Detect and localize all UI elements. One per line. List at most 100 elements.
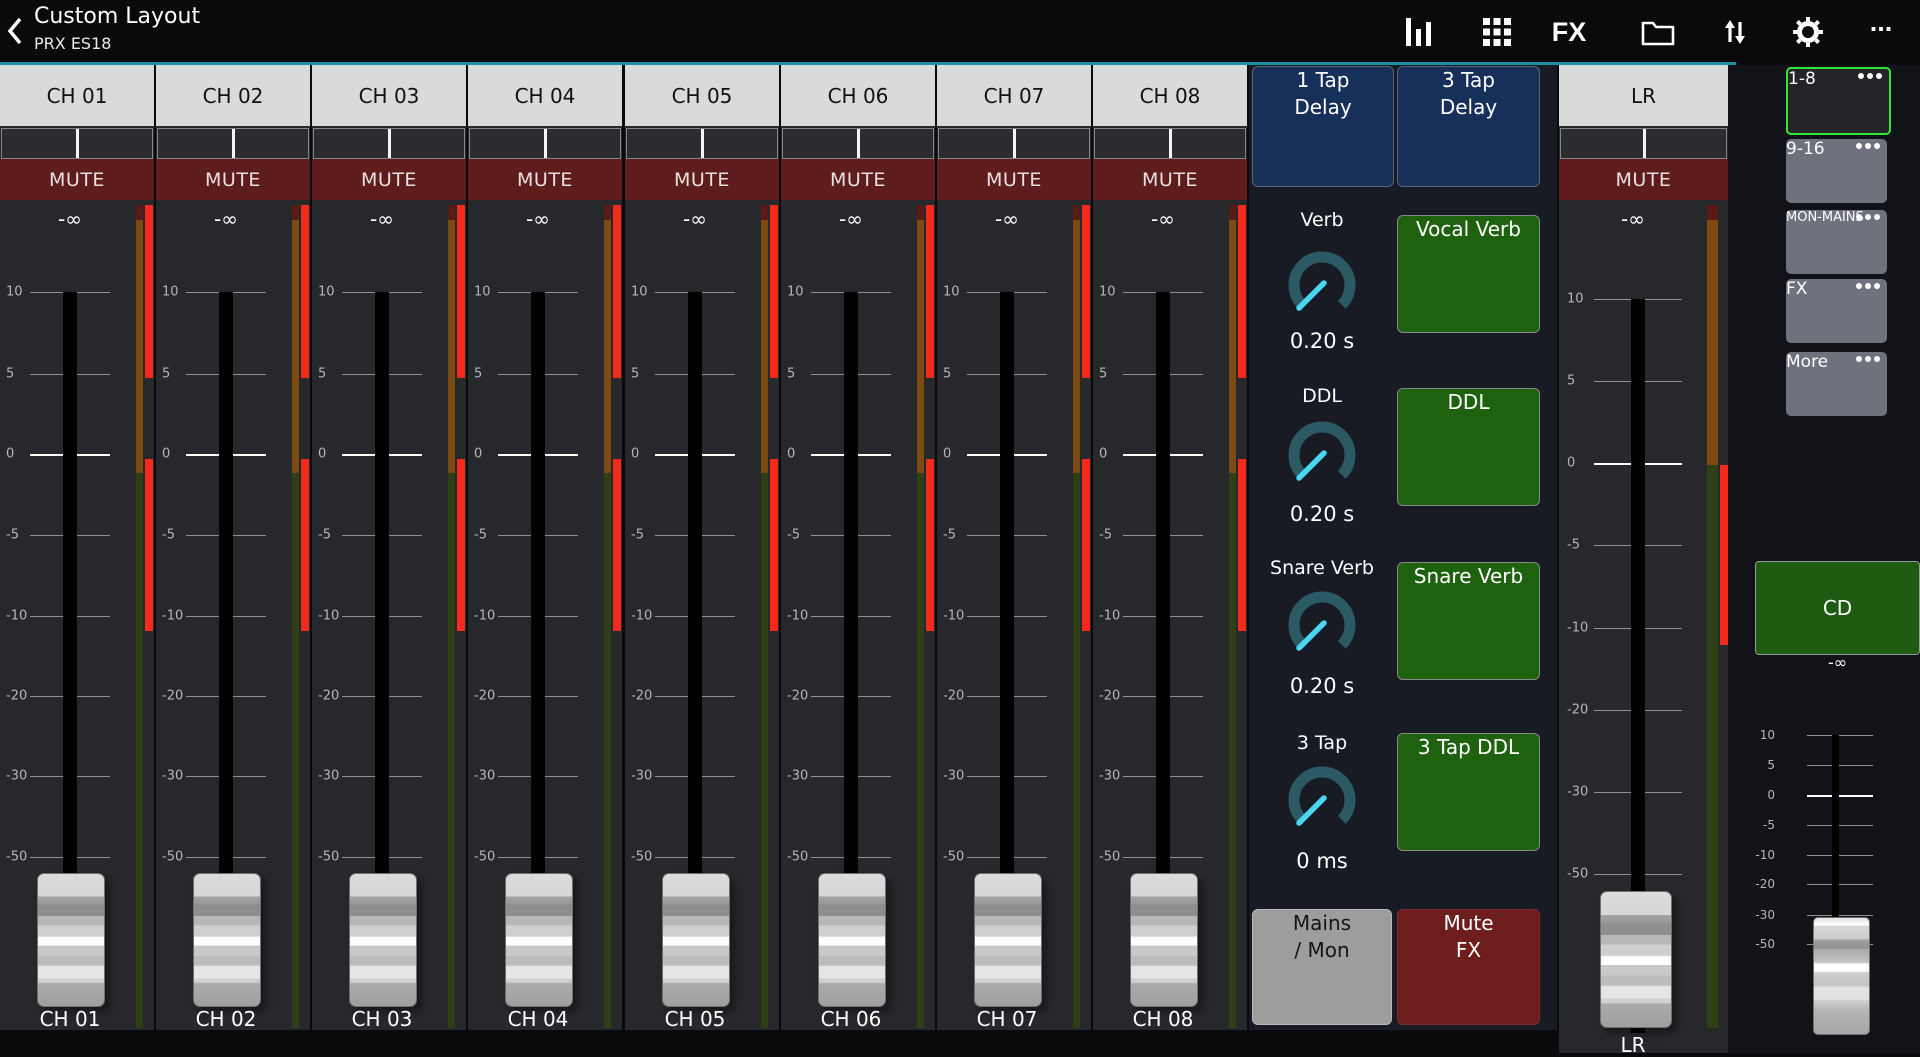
channel-strip-3-mute-button[interactable]: MUTE — [312, 159, 466, 200]
scale-label: 0 — [943, 447, 951, 462]
channel-strip-1: CH 01MUTE-∞1050-5-10-20-30-50CH 01 — [0, 65, 154, 1030]
3-tap-ddl-button[interactable]: 3 Tap DDL — [1397, 733, 1540, 851]
channel-strip-8-fader-handle[interactable] — [1130, 873, 1198, 1007]
cd-scale-tick — [1807, 855, 1873, 856]
level-meter-signal — [770, 459, 778, 631]
channel-strip-5-level-value: -∞ — [625, 207, 765, 231]
ddl-knob[interactable] — [1282, 415, 1362, 495]
bank-label: 1-8 — [1788, 69, 1889, 89]
bank-button-fx[interactable]: FX — [1786, 279, 1887, 343]
cd-scale-tick — [1807, 884, 1873, 885]
page-title: Custom Layout — [34, 4, 200, 29]
scale-label: -10 — [787, 609, 808, 624]
channel-strip-6: CH 06MUTE-∞1050-5-10-20-30-50CH 06 — [781, 65, 935, 1030]
3-tap-delay-button[interactable]: 3 Tap Delay — [1397, 66, 1540, 187]
level-meter-signal — [613, 205, 621, 378]
settings-button[interactable] — [1788, 14, 1828, 50]
channel-strip-3-level-value: -∞ — [312, 207, 452, 231]
channel-strip-1-mute-button[interactable]: MUTE — [0, 159, 154, 200]
vocal-verb-button[interactable]: Vocal Verb — [1397, 215, 1540, 333]
scale-label: -10 — [943, 609, 964, 624]
pan-center-tick — [701, 129, 704, 158]
level-meter-signal — [926, 205, 934, 378]
3-tap-knob-value: 0 ms — [1249, 849, 1395, 873]
back-button[interactable] — [4, 14, 32, 50]
pan-center-tick — [1169, 129, 1172, 158]
meters-view-button[interactable] — [1398, 14, 1438, 50]
cd-button[interactable]: CD — [1755, 561, 1920, 655]
mains-mon-button[interactable]: Mains / Mon — [1252, 909, 1392, 1025]
channel-strip-1-pan[interactable] — [1, 128, 153, 159]
grid-view-button[interactable] — [1477, 14, 1517, 50]
channel-strip-2-pan[interactable] — [157, 128, 309, 159]
channel-strip-8-mute-button[interactable]: MUTE — [1093, 159, 1247, 200]
scale-label: -30 — [6, 769, 27, 784]
channel-strip-4-header: CH 04 — [468, 65, 622, 126]
bank-button-mon-mains[interactable]: MON-MAINS — [1786, 210, 1887, 274]
sort-button[interactable] — [1715, 14, 1755, 50]
channel-strip-2-label: CH 02 — [156, 1007, 296, 1031]
ddl-button[interactable]: DDL — [1397, 388, 1540, 506]
folder-button[interactable] — [1638, 14, 1678, 50]
bank-button-more[interactable]: More — [1786, 352, 1887, 416]
channel-strip-8-label: CH 08 — [1093, 1007, 1233, 1031]
channel-strip-6-pan[interactable] — [782, 128, 934, 159]
channel-strip-4-pan[interactable] — [469, 128, 621, 159]
fx-panel: 1 Tap Delay3 Tap DelayVerb0.20 sVocal Ve… — [1249, 65, 1557, 1030]
channel-strip-5-mute-button[interactable]: MUTE — [625, 159, 779, 200]
3-tap-knob[interactable] — [1282, 760, 1362, 840]
bank-button-1-8[interactable]: 1-8 — [1786, 67, 1891, 135]
channel-strip-4-fader-handle[interactable] — [505, 873, 573, 1007]
meter-zone — [292, 205, 299, 220]
cd-scale-tick — [1807, 735, 1873, 736]
channel-strip-5-pan[interactable] — [626, 128, 778, 159]
master-strip-fader-handle[interactable] — [1600, 891, 1672, 1028]
channel-strip-2: CH 02MUTE-∞1050-5-10-20-30-50CH 02 — [156, 65, 310, 1030]
scale-label: -50 — [6, 850, 27, 865]
master-strip-mute-button[interactable]: MUTE — [1559, 159, 1728, 200]
channel-strip-3-pan[interactable] — [313, 128, 465, 159]
master-strip-pan[interactable] — [1560, 128, 1727, 159]
channel-strip-7-fader-handle[interactable] — [974, 873, 1042, 1007]
scale-label: -20 — [787, 689, 808, 704]
scale-label: 10 — [943, 285, 960, 300]
pan-center-tick — [232, 129, 235, 158]
channel-strip-7: CH 07MUTE-∞1050-5-10-20-30-50CH 07 — [937, 65, 1091, 1030]
scale-label: -50 — [474, 850, 495, 865]
1-tap-delay-button[interactable]: 1 Tap Delay — [1252, 66, 1394, 187]
channel-strip-6-mute-button[interactable]: MUTE — [781, 159, 935, 200]
snare-verb-knob[interactable] — [1282, 585, 1362, 665]
channel-strip-1-fader-handle[interactable] — [37, 873, 105, 1007]
scale-label: -20 — [1567, 703, 1588, 718]
scale-label: -5 — [162, 528, 175, 543]
cd-fader-handle[interactable] — [1813, 917, 1870, 1035]
channel-strip-2-fader-handle[interactable] — [193, 873, 261, 1007]
master-strip-label: LR — [1559, 1033, 1707, 1057]
channel-strip-5-fader-handle[interactable] — [662, 873, 730, 1007]
scale-label: 10 — [1099, 285, 1116, 300]
mute-fx-button[interactable]: Mute FX — [1397, 909, 1540, 1025]
more-options-button[interactable]: ... — [1861, 4, 1901, 40]
channel-strip-6-fader-handle[interactable] — [818, 873, 886, 1007]
bank-button-9-16[interactable]: 9-16 — [1786, 139, 1887, 203]
verb-knob[interactable] — [1282, 245, 1362, 325]
snare-verb-button[interactable]: Snare Verb — [1397, 562, 1540, 680]
channel-strip-7-pan[interactable] — [938, 128, 1090, 159]
pan-center-tick — [388, 129, 391, 158]
scale-label: 10 — [631, 285, 648, 300]
fx-view-button[interactable]: FX — [1549, 14, 1589, 50]
meter-zone — [1073, 473, 1080, 1028]
channel-strip-2-mute-button[interactable]: MUTE — [156, 159, 310, 200]
bank-options-dots-icon — [1858, 73, 1882, 79]
channel-strip-3-fader-handle[interactable] — [349, 873, 417, 1007]
scale-label: -50 — [943, 850, 964, 865]
scale-label: -5 — [1567, 538, 1580, 553]
channel-strip-4-mute-button[interactable]: MUTE — [468, 159, 622, 200]
level-meter-signal — [457, 459, 465, 631]
scale-label: -5 — [474, 528, 487, 543]
channel-strip-7-mute-button[interactable]: MUTE — [937, 159, 1091, 200]
channel-strip-8-pan[interactable] — [1094, 128, 1246, 159]
scale-label: 10 — [162, 285, 179, 300]
scale-label: -50 — [318, 850, 339, 865]
bank-options-dots-icon — [1856, 143, 1880, 149]
